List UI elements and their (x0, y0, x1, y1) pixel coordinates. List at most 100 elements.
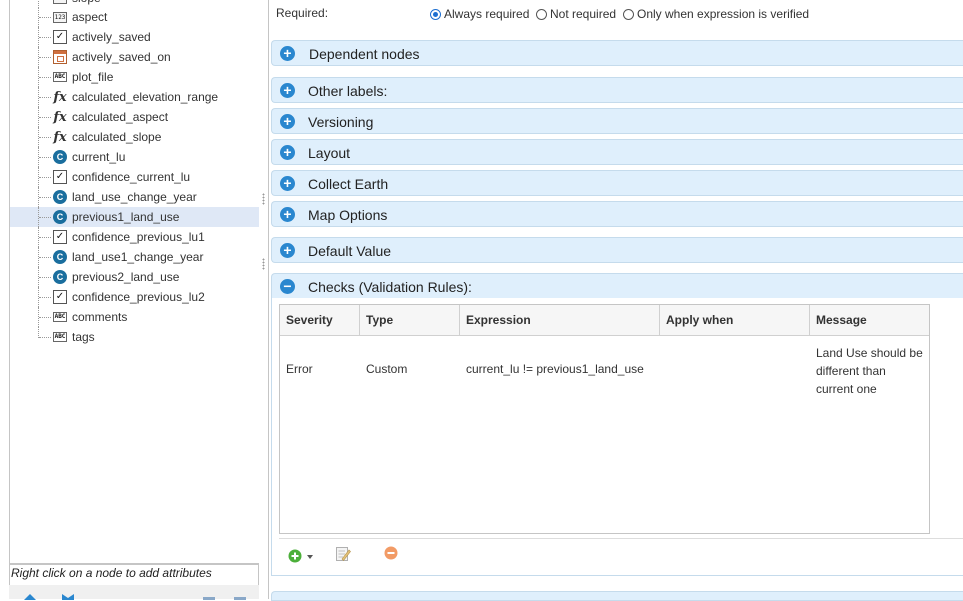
grid-header: Severity Type Expression Apply when Mess… (280, 305, 929, 336)
section-layout[interactable]: + Layout (271, 139, 963, 165)
section-label: Collect Earth (308, 176, 389, 192)
tree-node-label: actively_saved_on (72, 50, 171, 64)
message-line: Land Use should be (816, 346, 923, 360)
section-map-options[interactable]: + Map Options (271, 201, 963, 227)
tree-node[interactable]: C current_lu (10, 147, 260, 167)
tree-node[interactable]: ✓ confidence_previous_lu2 (10, 287, 260, 307)
add-check-icon[interactable] (288, 549, 316, 563)
section-label: Dependent nodes (309, 46, 420, 62)
tree-node[interactable]: ABC comments (10, 307, 260, 327)
move-up-icon[interactable] (23, 594, 37, 600)
remove-node-icon[interactable] (233, 594, 247, 600)
section-label: Layout (308, 145, 351, 161)
tree-node-label: tags (72, 330, 95, 344)
tree-node[interactable]: C previous2_land_use (10, 267, 260, 287)
expand-icon[interactable]: + (280, 145, 295, 160)
tree-node-selected[interactable]: C previous1_land_use (10, 207, 260, 227)
tree-node-label: land_use1_change_year (72, 250, 204, 264)
tree-node-label: calculated_elevation_range (72, 90, 219, 104)
boolean-attribute-icon: ✓ (53, 170, 67, 184)
expand-icon[interactable]: + (280, 176, 295, 191)
section-default-value[interactable]: + Default Value (271, 237, 963, 263)
tree-node[interactable]: fx calculated_elevation_range (10, 87, 260, 107)
text-attribute-icon: ABC (53, 312, 67, 322)
message-line: different than (816, 364, 886, 378)
required-option-not-required[interactable]: Not required (536, 7, 616, 21)
tree-node-label: calculated_aspect (72, 110, 169, 124)
code-attribute-icon: C (53, 150, 67, 164)
tree-node[interactable]: fx calculated_aspect (10, 107, 260, 127)
column-header-severity[interactable]: Severity (280, 305, 360, 335)
tree-node-label: confidence_previous_lu1 (72, 230, 205, 244)
section-label: Map Options (308, 207, 388, 223)
tree-node-label: land_use_change_year (72, 190, 197, 204)
tree-node-label: previous2_land_use (72, 270, 180, 284)
number-attribute-icon: 123 (53, 11, 67, 23)
checks-toolbar (279, 538, 963, 569)
calculated-attribute-icon: fx (53, 89, 67, 105)
column-header-message[interactable]: Message (810, 305, 929, 335)
tree-node[interactable]: C land_use1_change_year (10, 247, 260, 267)
section-checks[interactable]: − Checks (Validation Rules): (271, 273, 963, 299)
required-label: Required: (276, 6, 329, 20)
expand-icon[interactable]: + (280, 114, 295, 129)
tree-node-label: confidence_previous_lu2 (72, 290, 205, 304)
collapse-icon[interactable]: − (280, 279, 295, 294)
tree-node[interactable]: 123 aspect (10, 7, 260, 27)
tree-node[interactable]: ABC tags (10, 327, 260, 347)
tree-node[interactable]: actively_saved_on (10, 47, 260, 67)
radio-label: Not required (550, 7, 617, 21)
radio-button[interactable] (623, 8, 634, 20)
cell-message: Land Use should be different than curren… (816, 344, 923, 398)
code-attribute-icon: C (53, 250, 67, 264)
boolean-attribute-icon: ✓ (53, 290, 67, 304)
tree-node[interactable]: C land_use_change_year (10, 187, 260, 207)
cell-expression: current_lu != previous1_land_use (466, 362, 644, 376)
edit-check-icon[interactable] (335, 546, 351, 562)
date-attribute-icon (53, 50, 67, 64)
right-panel-border (268, 0, 269, 599)
column-header-apply-when[interactable]: Apply when (660, 305, 810, 335)
number-attribute-icon: 123 (53, 0, 67, 5)
section-collect-earth[interactable]: + Collect Earth (271, 170, 963, 196)
code-attribute-icon: C (53, 210, 67, 224)
tree-node[interactable]: ABC plot_file (10, 67, 260, 87)
tree-node-label: slope (72, 0, 101, 5)
tree-node[interactable]: ✓ actively_saved (10, 27, 260, 47)
expand-icon[interactable]: + (280, 207, 295, 222)
boolean-attribute-icon: ✓ (53, 230, 67, 244)
expand-icon[interactable]: + (280, 243, 295, 258)
section-dependent-nodes[interactable]: + Dependent nodes (271, 40, 963, 66)
expand-icon[interactable]: + (280, 83, 295, 98)
section-label: Checks (Validation Rules): (308, 279, 472, 295)
calculated-attribute-icon: fx (53, 129, 67, 145)
tree-node[interactable]: fx calculated_slope (10, 127, 260, 147)
cell-type: Custom (366, 362, 408, 376)
tree-node[interactable]: ✓ confidence_previous_lu1 (10, 227, 260, 247)
panel-splitter[interactable] (259, 0, 268, 599)
radio-button[interactable] (536, 8, 547, 20)
column-header-type[interactable]: Type (360, 305, 460, 335)
text-attribute-icon: ABC (53, 332, 67, 342)
section-other-labels[interactable]: + Other labels: (271, 77, 963, 103)
radio-button-checked[interactable] (430, 8, 441, 20)
tree-node[interactable]: ✓ confidence_current_lu (10, 167, 260, 187)
tree-node-label: plot_file (72, 70, 114, 84)
table-row[interactable]: Error Custom current_lu != previous1_lan… (280, 336, 929, 398)
delete-check-icon[interactable] (384, 546, 398, 560)
tree-hint-text: Right click on a node to add attributes (11, 566, 212, 580)
message-line: current one (816, 382, 877, 396)
section-label: Versioning (308, 114, 374, 130)
section-versioning[interactable]: + Versioning (271, 108, 963, 134)
expand-icon[interactable]: + (280, 46, 295, 61)
required-option-always[interactable]: Always required (430, 7, 529, 21)
checks-grid: Severity Type Expression Apply when Mess… (279, 304, 930, 534)
column-header-expression[interactable]: Expression (460, 305, 660, 335)
section-label: Default Value (308, 243, 392, 259)
section-next-collapsed[interactable] (271, 591, 963, 601)
required-option-expression[interactable]: Only when expression is verified (623, 7, 809, 21)
tree-node-label: aspect (72, 10, 108, 24)
radio-label: Only when expression is verified (637, 7, 810, 21)
collapse-all-icon[interactable] (61, 594, 75, 600)
add-node-icon[interactable] (202, 594, 216, 600)
